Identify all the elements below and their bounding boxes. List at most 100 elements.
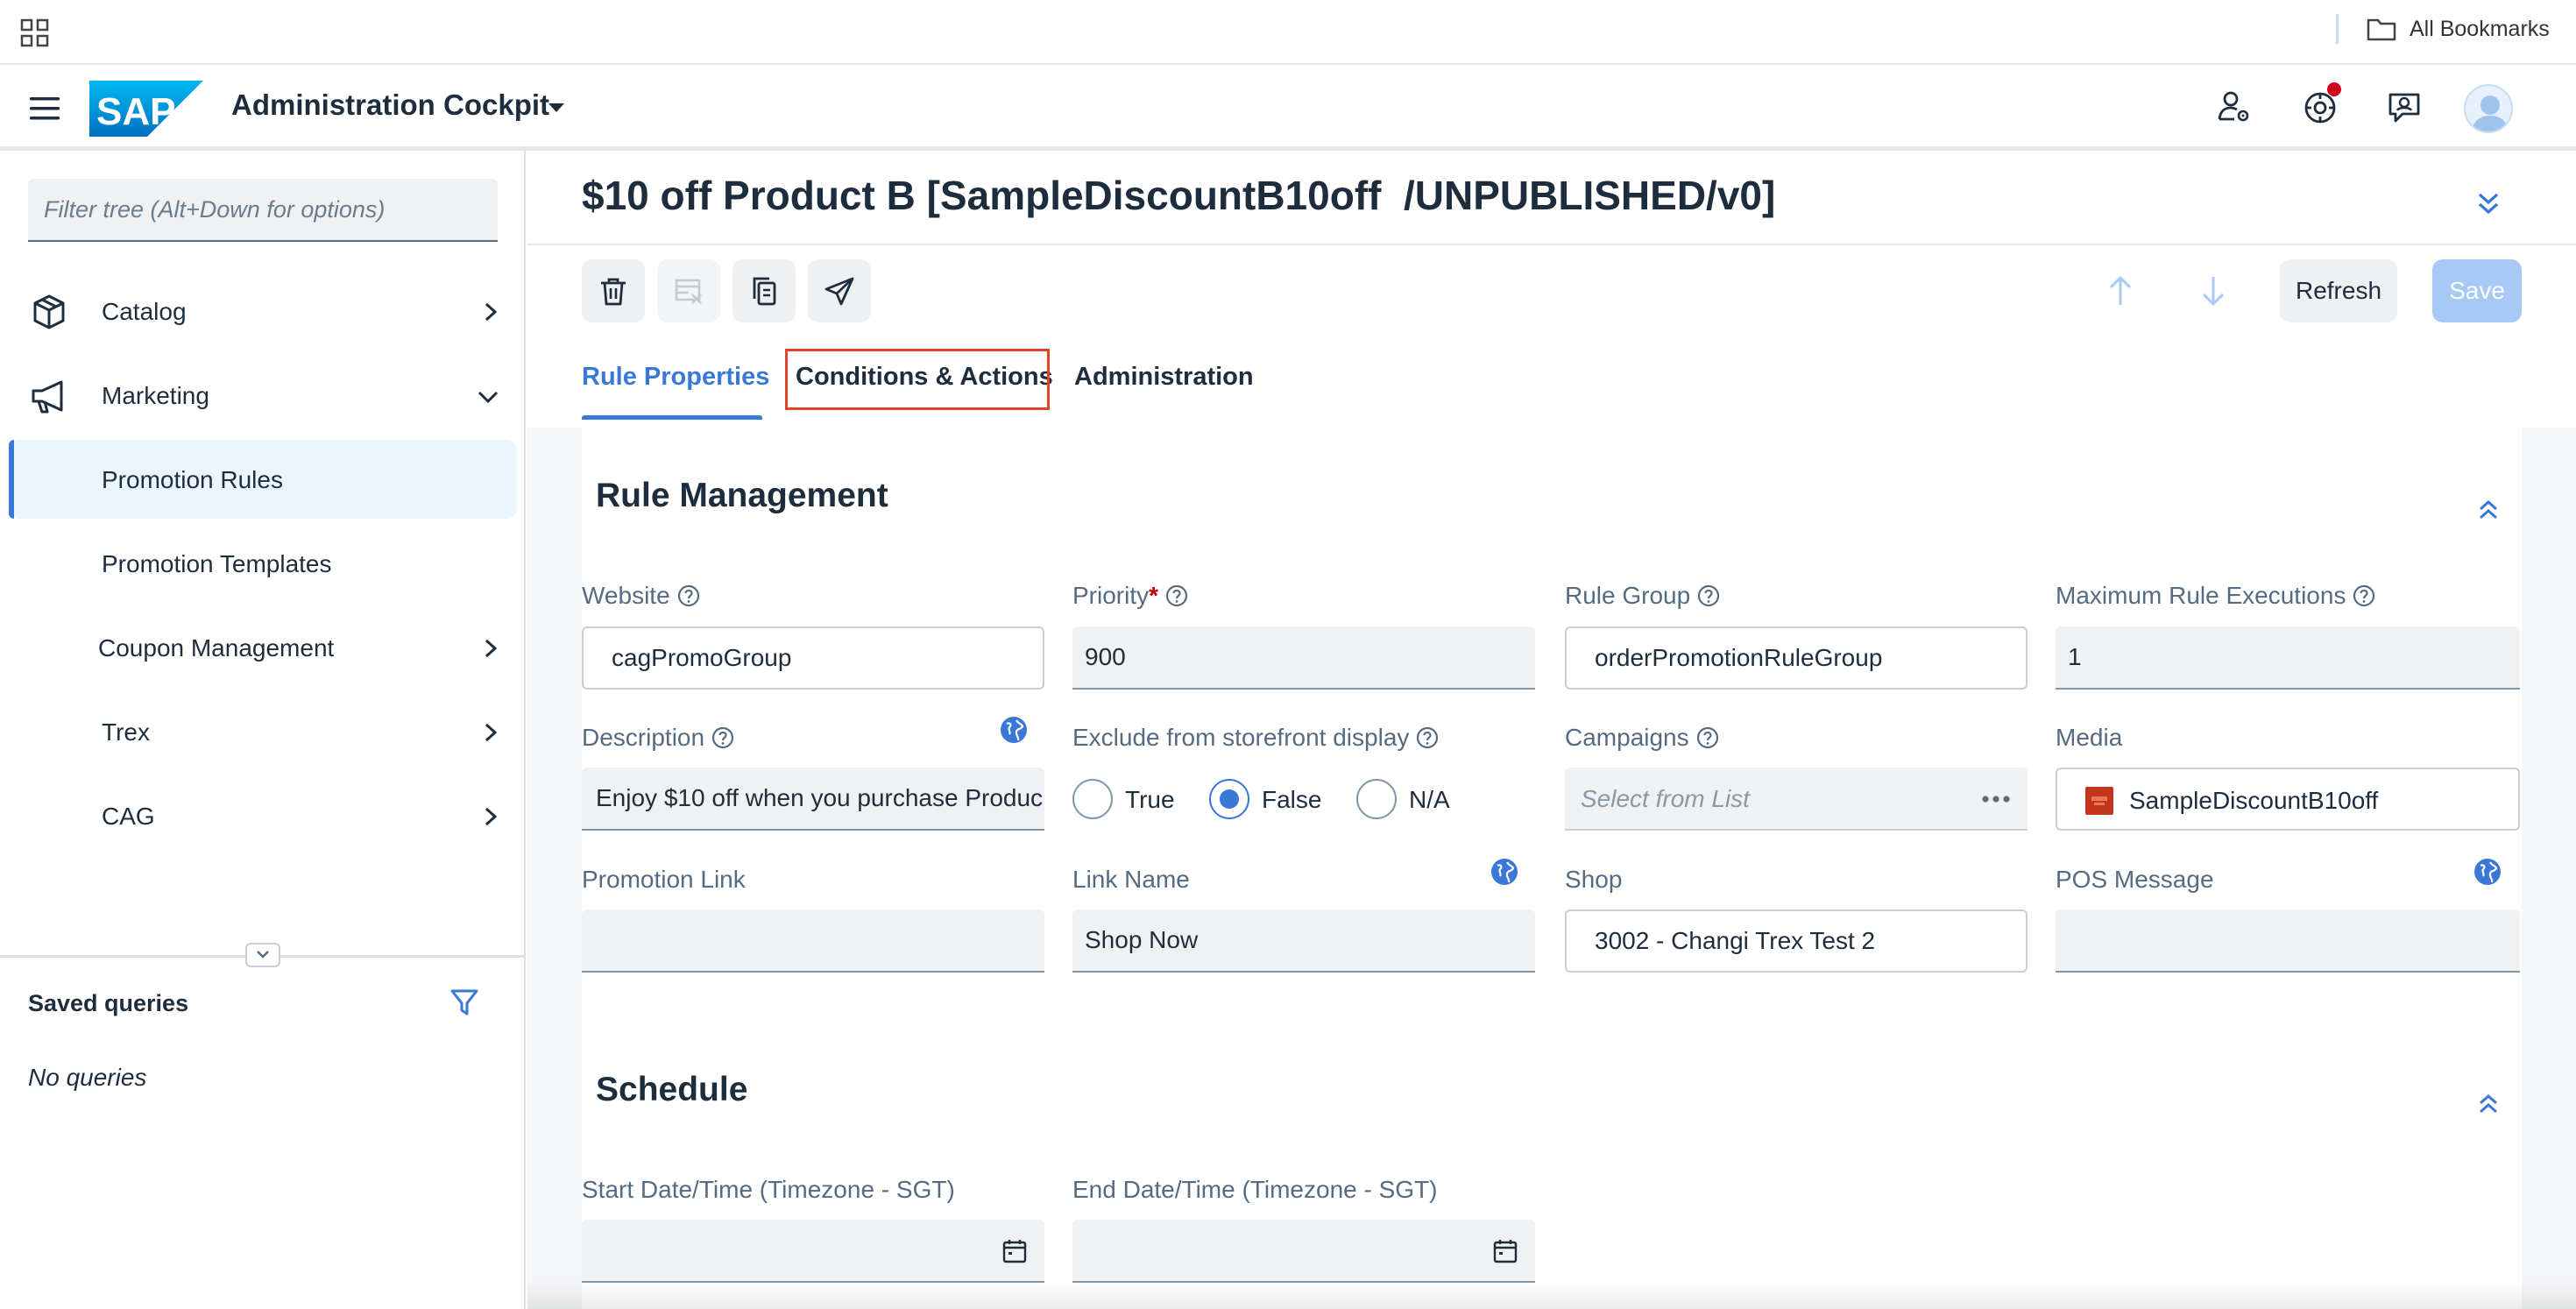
- chevron-right-icon: [485, 807, 498, 826]
- splitter-toggle[interactable]: [245, 943, 280, 967]
- folder-icon[interactable]: [2366, 16, 2397, 42]
- all-bookmarks-link[interactable]: All Bookmarks: [2410, 17, 2550, 42]
- double-chevron-up-icon[interactable]: [2474, 496, 2502, 524]
- arrow-up-icon[interactable]: [2105, 273, 2136, 308]
- campaigns-select[interactable]: Select from List: [1565, 768, 2028, 831]
- arrow-down-icon[interactable]: [2197, 273, 2229, 308]
- media-label: Media: [2056, 724, 2123, 751]
- priority-field[interactable]: [1072, 626, 1535, 690]
- start-datetime-label: Start Date/Time (Timezone - SGT): [582, 1176, 955, 1203]
- sidebar-item-marketing[interactable]: Marketing: [9, 356, 517, 435]
- tab-administration[interactable]: Administration: [1074, 363, 1254, 401]
- help-icon[interactable]: [1416, 726, 1439, 749]
- main-content: $10 off Product B [SampleDiscountB10off …: [527, 151, 2576, 1309]
- caret-down-icon[interactable]: [547, 102, 566, 114]
- radio-label: N/A: [1409, 786, 1450, 813]
- exclude-storefront-radio-group: True False N/A: [1072, 768, 1535, 831]
- sidebar-item-label: Marketing: [102, 382, 209, 409]
- description-label: Description: [582, 724, 734, 752]
- globe-icon[interactable]: [999, 715, 1029, 745]
- sidebar-item-label: Catalog: [102, 298, 187, 325]
- pos-message-field[interactable]: [2056, 909, 2520, 973]
- start-datetime-field[interactable]: [582, 1220, 1044, 1283]
- media-field[interactable]: SampleDiscountB10off: [2056, 768, 2520, 831]
- user-avatar[interactable]: [2464, 84, 2513, 133]
- promotion-link-field[interactable]: [582, 909, 1044, 973]
- filter-funnel-icon[interactable]: [449, 987, 480, 1018]
- apps-grid-icon[interactable]: [19, 18, 51, 49]
- sidebar-item-promotion-rules[interactable]: Promotion Rules: [9, 440, 517, 519]
- website-field[interactable]: [582, 626, 1044, 690]
- copy-button[interactable]: [732, 259, 796, 322]
- title-divider: [527, 244, 2576, 245]
- help-icon[interactable]: [711, 726, 734, 749]
- person-icon: [2471, 96, 2509, 131]
- max-executions-label: Maximum Rule Executions: [2056, 582, 2375, 610]
- double-chevron-down-icon[interactable]: [2471, 186, 2506, 221]
- chevron-right-icon: [485, 302, 498, 322]
- feedback-chat-icon[interactable]: [2385, 88, 2424, 126]
- radio-label: False: [1262, 786, 1322, 813]
- refresh-button[interactable]: Refresh: [2280, 259, 2397, 322]
- calendar-icon[interactable]: [1001, 1237, 1029, 1265]
- sidebar-item-cag[interactable]: CAG: [9, 776, 517, 855]
- clear-button[interactable]: [657, 259, 720, 322]
- double-chevron-up-icon[interactable]: [2474, 1090, 2502, 1118]
- paper-plane-icon: [824, 277, 854, 306]
- save-button[interactable]: Save: [2432, 259, 2522, 322]
- section-title-rule-management: Rule Management: [596, 477, 888, 514]
- sidebar-item-catalog[interactable]: Catalog: [9, 272, 517, 350]
- help-icon[interactable]: [2353, 584, 2375, 607]
- calendar-icon[interactable]: [1491, 1237, 1519, 1265]
- bookmarks-divider: [2336, 14, 2339, 44]
- tab-rule-properties[interactable]: Rule Properties: [582, 363, 769, 401]
- publish-button[interactable]: [808, 259, 871, 322]
- website-label: Website: [582, 582, 700, 610]
- link-name-field[interactable]: [1072, 909, 1535, 973]
- help-icon[interactable]: [677, 584, 700, 607]
- clear-table-icon: [675, 279, 702, 304]
- exclude-storefront-label: Exclude from storefront display: [1072, 724, 1439, 752]
- help-icon[interactable]: [1697, 584, 1720, 607]
- chevron-right-icon: [485, 639, 498, 658]
- sidebar-item-label: Promotion Templates: [102, 550, 332, 577]
- sidebar-item-label: Trex: [102, 718, 150, 746]
- chevron-down-icon: [257, 951, 269, 959]
- description-label-text: Description: [582, 724, 705, 751]
- sidebar-item-promotion-templates[interactable]: Promotion Templates: [9, 524, 517, 603]
- filter-tree-input[interactable]: [28, 179, 498, 242]
- description-field[interactable]: [582, 768, 1044, 831]
- bookmarks-bar: All Bookmarks: [0, 0, 2576, 65]
- user-settings-icon[interactable]: [2215, 88, 2254, 126]
- sidebar-item-label: CAG: [102, 803, 155, 830]
- trash-icon: [601, 278, 626, 306]
- sidebar-item-trex[interactable]: Trex: [9, 692, 517, 771]
- campaigns-label-text: Campaigns: [1565, 724, 1689, 751]
- help-icon[interactable]: [1696, 726, 1719, 749]
- shop-field[interactable]: [1565, 909, 2028, 973]
- chevron-down-icon: [478, 391, 499, 404]
- max-executions-field[interactable]: [2056, 626, 2520, 690]
- radio-circle: [1072, 779, 1113, 819]
- shell-header: SAP Administration Cockpit: [0, 65, 2576, 151]
- globe-icon[interactable]: [1490, 857, 1519, 887]
- app-title[interactable]: Administration Cockpit: [231, 88, 549, 122]
- globe-icon[interactable]: [2473, 857, 2502, 887]
- hamburger-menu-icon[interactable]: [28, 93, 63, 124]
- tab-conditions-actions[interactable]: Conditions & Actions: [796, 363, 1053, 401]
- required-marker: *: [1149, 582, 1159, 609]
- sap-logo[interactable]: SAP: [89, 81, 203, 137]
- section-title-schedule: Schedule: [596, 1071, 748, 1108]
- end-datetime-field[interactable]: [1072, 1220, 1535, 1283]
- sidebar-item-coupon-management[interactable]: Coupon Management: [9, 608, 517, 687]
- media-thumbnail-icon: [2085, 787, 2113, 815]
- copy-icon: [753, 277, 776, 306]
- shop-label: Shop: [1565, 866, 1623, 893]
- more-options-icon[interactable]: [1980, 794, 2012, 804]
- saved-queries-title: Saved queries: [28, 990, 189, 1016]
- help-icon[interactable]: [1165, 584, 1188, 607]
- rule-group-field[interactable]: [1565, 626, 2028, 690]
- delete-button[interactable]: [582, 259, 645, 322]
- megaphone-icon: [32, 380, 63, 414]
- link-name-label: Link Name: [1072, 866, 1190, 893]
